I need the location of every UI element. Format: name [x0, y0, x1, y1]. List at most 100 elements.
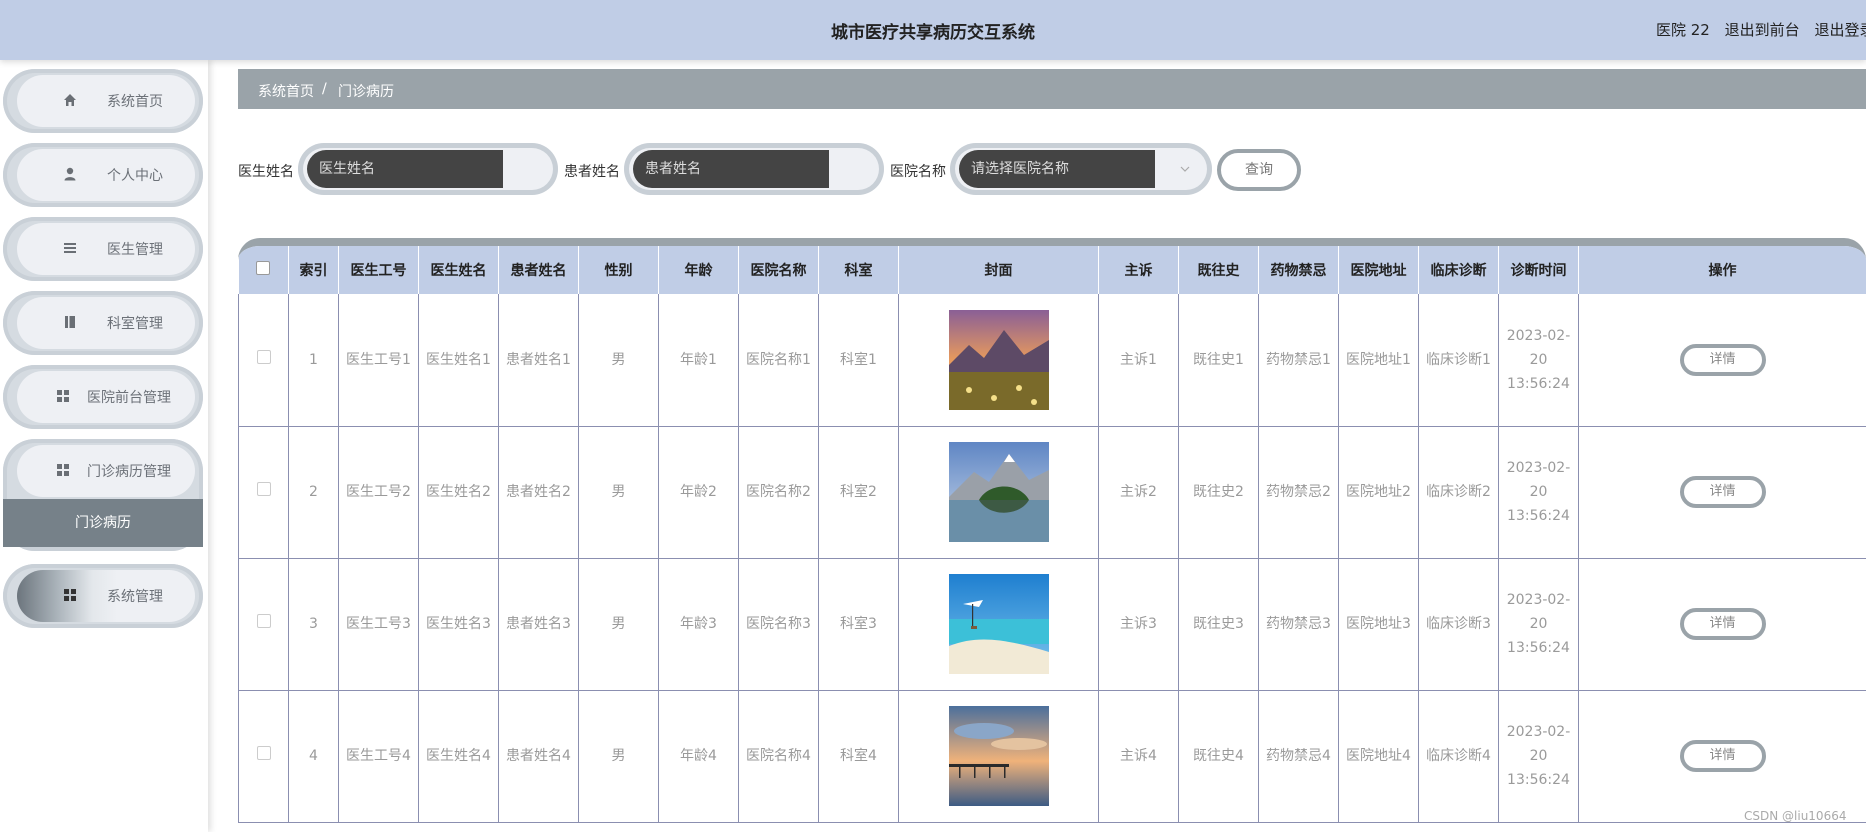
column-header[interactable]: 科室 — [818, 246, 899, 294]
current-user: 医院 22 — [1656, 21, 1710, 39]
patient-name-input[interactable]: 患者姓名 — [624, 143, 884, 195]
detail-button[interactable]: 详情 — [1679, 740, 1766, 772]
cell-time: 2023-02-20 13:56:24 — [1498, 690, 1579, 823]
sidebar-item-home[interactable]: 系统首页 — [3, 69, 203, 133]
cell-age: 年龄1 — [658, 294, 739, 427]
table-row: 2 医生工号2 医生姓名2 患者姓名2 男 年龄2 医院名称2 科室2 主诉2 … — [238, 426, 1866, 559]
menu-pill — [17, 149, 195, 201]
sidebar-item-hospital-front[interactable]: 医院前台管理 — [3, 365, 203, 429]
column-header[interactable]: 封面 — [898, 246, 1099, 294]
row-checkbox[interactable] — [256, 482, 271, 496]
home-icon — [64, 94, 76, 106]
row-checkbox[interactable] — [256, 614, 271, 628]
hospital-name-select[interactable]: 请选择医院名称 — [950, 143, 1212, 195]
column-header[interactable]: 医生工号 — [338, 246, 419, 294]
cell-index: 3 — [288, 558, 339, 691]
column-header[interactable]: 年龄 — [658, 246, 739, 294]
column-header[interactable]: 药物禁忌 — [1258, 246, 1339, 294]
cell-diagnosis: 临床诊断2 — [1418, 426, 1499, 559]
submenu-outpatient-records[interactable]: 门诊病历 — [3, 499, 203, 547]
hospital-name-label: 医院名称 — [890, 164, 946, 180]
column-header[interactable]: 既往史 — [1178, 246, 1259, 294]
cell-diagnosis: 临床诊断3 — [1418, 558, 1499, 691]
cell-gender: 男 — [578, 690, 659, 823]
column-header[interactable]: 临床诊断 — [1418, 246, 1499, 294]
row-select-cell — [238, 690, 289, 823]
cell-history: 既往史2 — [1178, 426, 1259, 559]
cell-time: 2023-02-20 13:56:24 — [1498, 426, 1579, 559]
breadcrumb-separator: / — [322, 81, 327, 97]
cell-address: 医院地址2 — [1338, 426, 1419, 559]
column-header[interactable]: 操作 — [1578, 246, 1866, 294]
row-select-cell — [238, 294, 289, 427]
cell-address: 医院地址1 — [1338, 294, 1419, 427]
cover-image-mountain-lake[interactable] — [948, 442, 1049, 542]
cell-dept: 科室4 — [818, 690, 899, 823]
grid-icon — [57, 464, 69, 476]
user-icon — [64, 167, 76, 181]
breadcrumb-home[interactable]: 系统首页 — [258, 81, 314, 101]
app-title: 城市医疗共享病历交互系统 — [831, 23, 1035, 43]
column-header[interactable]: 医院名称 — [738, 246, 819, 294]
cell-actions: 详情 — [1578, 426, 1866, 559]
sidebar-item-label: 系统首页 — [107, 94, 163, 110]
cell-hospital: 医院名称2 — [738, 426, 819, 559]
cell-history: 既往史1 — [1178, 294, 1259, 427]
cell-history: 既往史4 — [1178, 690, 1259, 823]
detail-button[interactable]: 详情 — [1679, 343, 1766, 376]
cell-patient-name: 患者姓名2 — [498, 426, 579, 559]
cell-address: 医院地址3 — [1338, 558, 1419, 691]
column-header[interactable]: 诊断时间 — [1498, 246, 1579, 294]
cell-dept: 科室3 — [818, 558, 899, 691]
column-header[interactable]: 主诉 — [1098, 246, 1179, 294]
cell-actions: 详情 — [1578, 558, 1866, 691]
menu-pill — [17, 570, 195, 622]
cell-gender: 男 — [578, 294, 659, 427]
select-all-checkbox[interactable] — [256, 261, 271, 275]
sidebar-item-departments[interactable]: 科室管理 — [3, 291, 203, 355]
column-header[interactable]: 医生姓名 — [418, 246, 499, 294]
back-to-front-link[interactable]: 退出到前台 — [1725, 21, 1800, 39]
sidebar-item-profile[interactable]: 个人中心 — [3, 143, 203, 207]
row-checkbox[interactable] — [256, 746, 271, 760]
cell-complaint: 主诉4 — [1098, 690, 1179, 823]
cell-cover — [898, 294, 1099, 427]
doctor-name-input[interactable]: 医生姓名 — [298, 143, 558, 195]
logout-link[interactable]: 退出登录 — [1814, 21, 1866, 39]
sidebar-item-label: 医生管理 — [107, 242, 163, 258]
cell-index: 4 — [288, 690, 339, 823]
cell-actions: 详情 — [1578, 690, 1866, 823]
cell-index: 1 — [288, 294, 339, 427]
table-header-row: 索引 医生工号 医生姓名 患者姓名 性别 年龄 医院名称 科室 封面 主诉 既往… — [238, 246, 1866, 294]
sidebar-item-system[interactable]: 系统管理 — [3, 564, 203, 628]
query-button[interactable]: 查询 — [1217, 149, 1301, 191]
row-checkbox[interactable] — [256, 349, 271, 364]
sidebar-item-doctors[interactable]: 医生管理 — [3, 217, 203, 281]
cover-image-tropical-beach[interactable] — [948, 574, 1049, 674]
column-header[interactable]: 性别 — [578, 246, 659, 294]
cover-image-pier-sunset[interactable] — [948, 706, 1049, 806]
detail-button[interactable]: 详情 — [1679, 476, 1766, 508]
cell-doctor-name: 医生姓名3 — [418, 558, 499, 691]
column-header[interactable]: 患者姓名 — [498, 246, 579, 294]
patient-name-placeholder: 患者姓名 — [633, 150, 829, 188]
cell-patient-name: 患者姓名1 — [498, 294, 579, 427]
column-header[interactable]: 索引 — [288, 246, 339, 294]
cell-doctor-no: 医生工号4 — [338, 690, 419, 823]
cell-doctor-name: 医生姓名1 — [418, 294, 499, 427]
detail-button[interactable]: 详情 — [1679, 608, 1766, 640]
doctor-name-placeholder: 医生姓名 — [307, 150, 503, 188]
cell-complaint: 主诉1 — [1098, 294, 1179, 427]
cell-actions: 详情 — [1578, 294, 1866, 427]
top-bar: 城市医疗共享病历交互系统 医院 22 退出到前台 退出登录 — [0, 0, 1866, 60]
cell-time: 2023-02-20 13:56:24 — [1498, 294, 1579, 427]
cell-diagnosis: 临床诊断4 — [1418, 690, 1499, 823]
menu-pill — [17, 75, 195, 127]
cell-cover — [898, 426, 1099, 559]
column-header[interactable]: 医院地址 — [1338, 246, 1419, 294]
sidebar: 系统首页 个人中心 医生管理 科室管理 医院前台管理 门诊病历管理 门诊病历 系… — [0, 60, 208, 832]
cover-image-mountain-meadow[interactable] — [948, 309, 1049, 410]
select-all-cell — [238, 246, 289, 294]
cell-taboo: 药物禁忌1 — [1258, 294, 1339, 427]
cell-age: 年龄2 — [658, 426, 739, 559]
